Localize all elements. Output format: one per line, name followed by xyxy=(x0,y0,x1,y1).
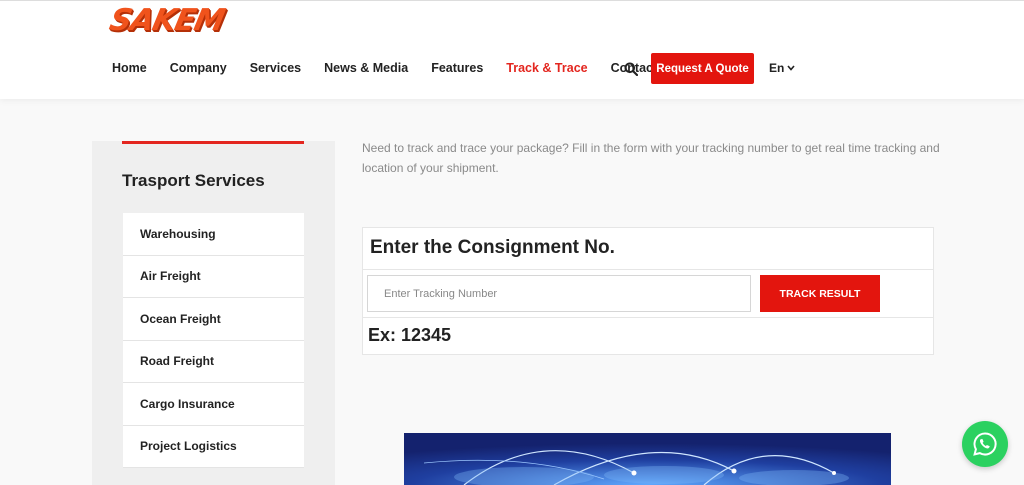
nav-item-home[interactable]: Home xyxy=(112,61,147,75)
language-label: En xyxy=(769,61,785,75)
sidebar-item-project-logistics[interactable]: Project Logistics xyxy=(123,425,304,468)
chevron-down-icon xyxy=(787,65,795,71)
sidebar-item-road-freight[interactable]: Road Freight xyxy=(123,340,304,383)
tracking-form-title: Enter the Consignment No. xyxy=(370,237,615,258)
nav-item-services[interactable]: Services xyxy=(250,61,301,75)
nav-item-track-trace[interactable]: Track & Trace xyxy=(506,61,587,75)
sidebar-item-warehousing[interactable]: Warehousing xyxy=(123,213,304,256)
main-nav: Home Company Services News & Media Featu… xyxy=(112,52,680,84)
intro-text: Need to track and trace your package? Fi… xyxy=(362,141,940,175)
track-result-button[interactable]: TRACK RESULT xyxy=(760,275,880,312)
nav-item-company[interactable]: Company xyxy=(170,61,227,75)
sidebar-item-ocean-freight[interactable]: Ocean Freight xyxy=(123,298,304,341)
nav-item-news-media[interactable]: News & Media xyxy=(324,61,408,75)
search-icon[interactable] xyxy=(624,62,639,77)
site-logo[interactable]: SAKEM xyxy=(106,3,250,38)
sidebar-item-air-freight[interactable]: Air Freight xyxy=(123,255,304,298)
tracking-number-input[interactable] xyxy=(367,275,751,312)
whatsapp-icon[interactable] xyxy=(962,421,1008,467)
request-quote-button[interactable]: Request A Quote xyxy=(651,53,754,84)
header-top-border xyxy=(0,0,1024,1)
divider xyxy=(362,317,934,318)
services-list: Warehousing Air Freight Ocean Freight Ro… xyxy=(123,213,304,468)
site-header: SAKEM Home Company Services News & Media… xyxy=(0,0,1024,99)
sidebar-item-cargo-insurance[interactable]: Cargo Insurance xyxy=(123,383,304,426)
sidebar-title: Trasport Services xyxy=(122,171,265,190)
sidebar-accent-bar xyxy=(122,141,304,144)
language-selector[interactable]: En xyxy=(769,61,795,75)
divider xyxy=(362,269,934,270)
tracking-example: Ex: 12345 xyxy=(368,325,452,345)
logo-text: SAKEM xyxy=(106,3,228,38)
world-map-image xyxy=(404,433,891,485)
nav-item-features[interactable]: Features xyxy=(431,61,483,75)
